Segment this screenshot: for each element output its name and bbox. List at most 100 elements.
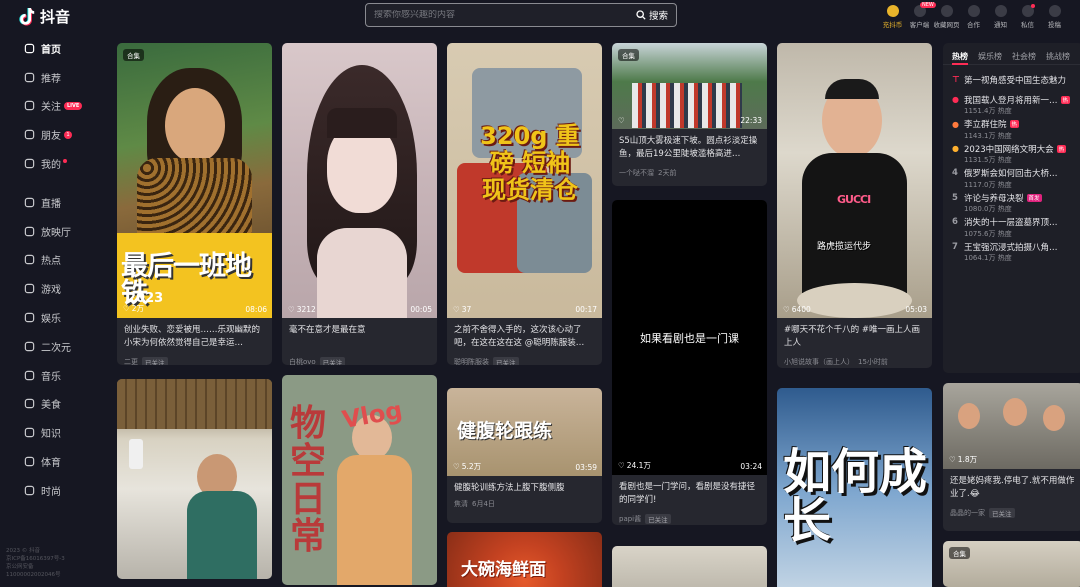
video-duration: 05:03 (905, 305, 927, 314)
author-name[interactable]: papi酱 (619, 514, 641, 524)
top-action-cooperate[interactable]: 合作 (960, 2, 987, 29)
hot-item[interactable]: ● 李立群住院热 1143.1万 热度 (943, 116, 1080, 141)
top-action-upload[interactable]: 投稿 (1041, 2, 1068, 29)
sidebar-item-14[interactable]: 体育 (0, 447, 98, 476)
hot-item[interactable]: 6 消失的十一层盗墓界顶… 1075.6万 热度 (943, 214, 1080, 239)
video-caption: 之前不舍得入手的，这次该心动了吧，在这在这在这 @聪明陈服装… (454, 325, 585, 348)
sidebar-item-4[interactable]: 我的 (0, 149, 98, 178)
footer-line: 京ICP备16016397号-3 (6, 556, 65, 562)
video-card[interactable]: GUCCI 路虎揽运代步 ♡ 6400 05:03 #哪天不花个千八的 #唯一画上… (777, 43, 932, 368)
video-card[interactable]: 大碗海鲜面 (447, 532, 602, 587)
search-input[interactable] (366, 10, 636, 20)
thumbnail-title: 健腹轮跟练 (457, 420, 553, 442)
top-action-label: 客户端 (909, 21, 930, 29)
sidebar-item-label: 我的 (41, 160, 61, 172)
following-badge: 已关注 (989, 508, 1015, 518)
search-button[interactable]: 搜索 (636, 8, 676, 22)
tab-society[interactable]: 社会榜 (1012, 51, 1036, 64)
video-card[interactable]: 320g 重磅 短袖 现货清仓 ♡ 37 00:17 之前不舍得入手的，这次该心动… (447, 43, 602, 365)
person-face (1003, 398, 1027, 426)
sidebar-item-8[interactable]: 游戏 (0, 274, 98, 303)
nav-separator (0, 178, 98, 188)
video-thumbnail: 合集 (943, 541, 1080, 587)
sidebar-item-15[interactable]: 时尚 (0, 476, 98, 505)
hot-item[interactable]: 5 许论与养母决裂 首发 1080.0万 热度 (943, 189, 1080, 214)
video-caption: 健腹轮训练方法上腹下腹侧腹 (454, 483, 565, 493)
author-name[interactable]: 晶晶的一家 (950, 508, 985, 518)
sidebar-item-label: 美食 (41, 400, 61, 412)
top-action-client[interactable]: NEW 客户端 (906, 2, 936, 29)
hot-item[interactable]: ● 2023中国网络文明大会热 1131.5万 热度 (943, 140, 1080, 165)
sidebar-item-label: 知识 (41, 429, 61, 441)
footer-line: 2023 © 抖音 (6, 548, 40, 554)
search-icon (636, 10, 646, 20)
sidebar-item-10[interactable]: 二次元 (0, 332, 98, 361)
video-caption: 毫不在意才是最在意 (289, 325, 366, 335)
video-card[interactable]: ♡ 3212 00:05 毫不在意才是最在意 白桃ovo 已关注 (282, 43, 437, 365)
hot-item-row: ● 李立群住院热 (952, 118, 1080, 131)
author-name[interactable]: 一个哒不溜 (619, 168, 654, 178)
like-count: ♡ 2万 (123, 303, 144, 314)
author-name[interactable]: 小旭说故事（画上人） (784, 357, 854, 367)
video-meta: papi酱 已关注 (612, 511, 767, 524)
video-card[interactable]: 合集 ♡ 22:33 S5山顶大雾极速下坡。圆点衫淡定操鱼，最后19公里陡坡滥格… (612, 43, 767, 186)
video-card[interactable]: 最后一班地铁 2023 合集 ♡ 2万 08:06 创业失败、恋爱被甩……乐观幽默… (117, 43, 272, 365)
app-logo[interactable]: 抖音 (18, 6, 70, 27)
video-card[interactable]: 如何成长 (777, 388, 932, 587)
hot-item[interactable]: 7 王宝强沉浸式拍摄八角… 1064.1万 热度 (943, 238, 1080, 263)
video-card[interactable]: 合集 (943, 541, 1080, 587)
sidebar-item-2[interactable]: 关注 LIVE (0, 92, 98, 121)
top-actions: 充抖币 NEW 客户端 收藏网页 合作 通知 私信 投稿 (879, 2, 1068, 29)
rank-number: 5 (952, 192, 958, 203)
live-badge: LIVE (64, 101, 83, 110)
top-bar: 抖音 搜索 充抖币 NEW客户端 收藏网页 合作 通知 私信 投稿 (0, 0, 1080, 34)
author-name[interactable]: 焦清 (454, 499, 468, 509)
sidebar-item-0[interactable]: 首页 (0, 34, 98, 63)
fire-icon: ● (952, 119, 959, 129)
thumbnail-subtitle: Vlog (340, 395, 405, 435)
like-count: ♡ 5.2万 (453, 461, 481, 472)
hot-item[interactable]: ● 我国载人登月将用新一… 热 1151.4万 热度 (943, 91, 1080, 116)
hot-item[interactable]: 4 俄罗斯会如何回击大桥… 1117.0万 热度 (943, 165, 1080, 190)
video-card[interactable]: Vlog 物空日常 (282, 375, 437, 585)
author-name[interactable]: 白桃ovo (289, 357, 316, 365)
video-card[interactable]: ♡ 1.8万 还是姥妈疼我.停电了.就不用做作业了.😂 晶晶的一家 已关注 (943, 383, 1080, 531)
top-action-message[interactable]: 私信 (1014, 2, 1041, 29)
tab-entertainment[interactable]: 娱乐榜 (978, 51, 1002, 64)
tab-challenge[interactable]: 挑战榜 (1046, 51, 1070, 64)
hot-badge: 热 (1009, 120, 1020, 128)
sidebar-item-5[interactable]: 直播 (0, 188, 98, 217)
sidebar-item-3[interactable]: 朋友 1 (0, 120, 98, 149)
video-duration: 00:17 (575, 305, 597, 314)
sidebar-item-label: 直播 (41, 198, 61, 210)
hot-badge: 热 (1060, 95, 1071, 104)
friends-icon (24, 129, 35, 140)
sidebar-item-7[interactable]: 热点 (0, 246, 98, 275)
sidebar-item-12[interactable]: 美食 (0, 390, 98, 419)
video-meta: 白桃ovo 已关注 (282, 354, 437, 365)
top-action-recharge[interactable]: 充抖币 (879, 2, 906, 29)
author-name[interactable]: 聪明陈服装 (454, 357, 489, 365)
video-duration: 03:24 (740, 462, 762, 471)
sidebar-item-1[interactable]: 推荐 (0, 63, 98, 92)
sidebar-item-9[interactable]: 娱乐 (0, 303, 98, 332)
hot-list: ⊤ 第一视角感受中国生态魅力 ● 我国载人登月将用新一… 热 1151.4万 热度 ● 李立群… (943, 65, 1080, 263)
hot-item-title: 李立群住院 (964, 120, 1007, 130)
top-action-bookmark[interactable]: 收藏网页 (933, 2, 960, 29)
like-value: 6400 (791, 305, 811, 314)
top-action-notify[interactable]: 通知 (987, 2, 1014, 29)
sidebar-item-6[interactable]: 放映厅 (0, 217, 98, 246)
top-action-label: 充抖币 (882, 21, 903, 29)
like-value: 5.2万 (461, 462, 482, 471)
author-name[interactable]: 二更 (124, 357, 138, 365)
video-card[interactable] (117, 379, 272, 579)
hot-item[interactable]: ⊤ 第一视角感受中国生态魅力 (943, 65, 1080, 91)
like-count: ♡ 37 (453, 305, 471, 314)
tab-hot[interactable]: 热榜 (952, 51, 968, 65)
video-thumbnail: Vlog 物空日常 (282, 375, 437, 585)
sidebar-item-13[interactable]: 知识 (0, 418, 98, 447)
sidebar-item-11[interactable]: 音乐 (0, 361, 98, 390)
video-card[interactable]: 如果看剧也是一门课 ♡ 24.1万 03:24 看剧也是一门学问，看剧是没有捷径的… (612, 200, 767, 525)
video-card[interactable]: 健腹轮跟练 ♡ 5.2万 03:59 健腹轮训练方法上腹下腹侧腹 焦清 6月4日 (447, 388, 602, 523)
video-card[interactable] (612, 546, 767, 587)
